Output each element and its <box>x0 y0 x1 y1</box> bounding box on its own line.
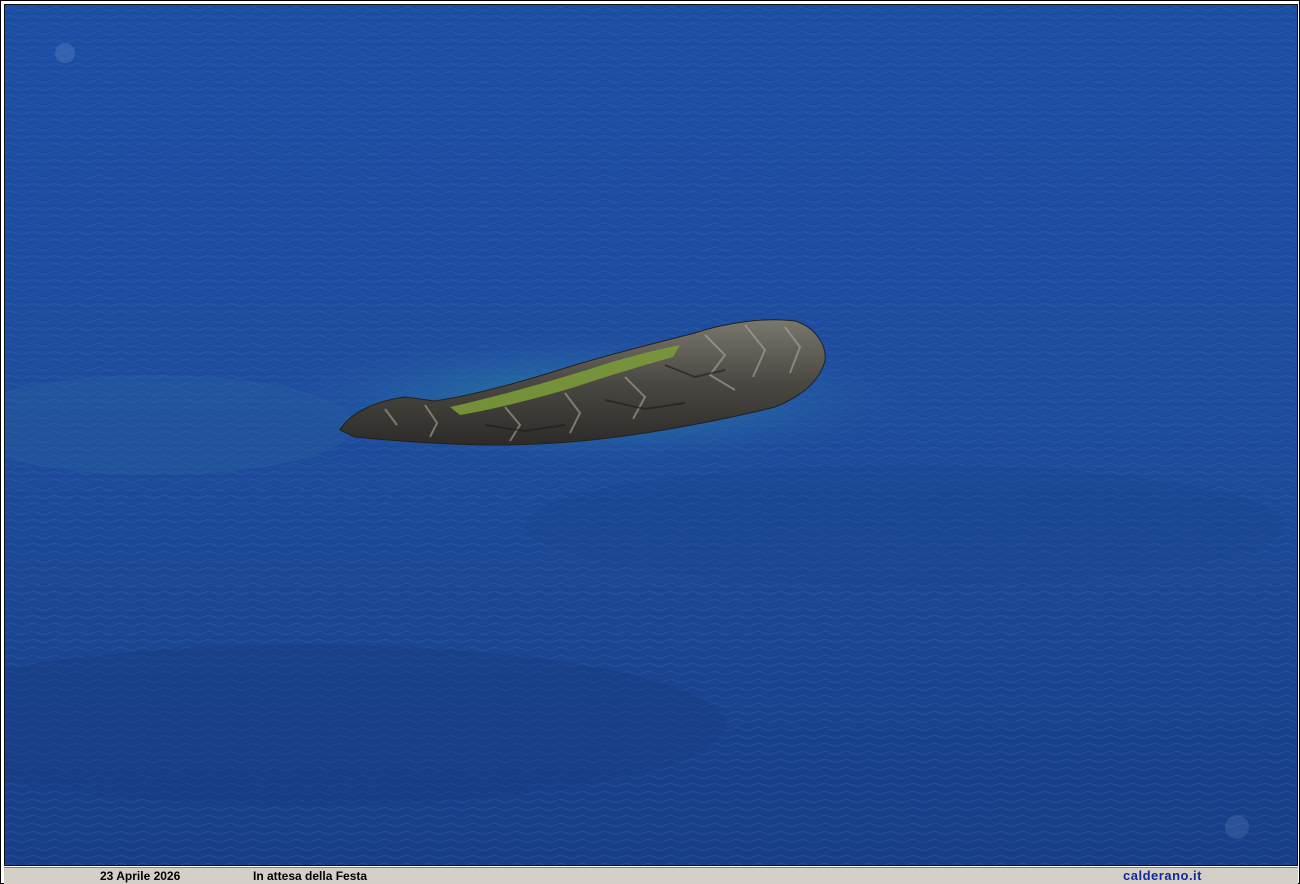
photo-frame: 23 Aprile 2026 In attesa della Festa cal… <box>0 0 1300 884</box>
photo <box>4 4 1298 866</box>
caption-date: 23 Aprile 2026 <box>100 869 181 883</box>
site-link[interactable]: calderano.it <box>1123 868 1202 884</box>
caption-bar: 23 Aprile 2026 In attesa della Festa cal… <box>4 867 1298 884</box>
sea-islet-image <box>5 5 1297 865</box>
caption-title: In attesa della Festa <box>253 869 368 883</box>
